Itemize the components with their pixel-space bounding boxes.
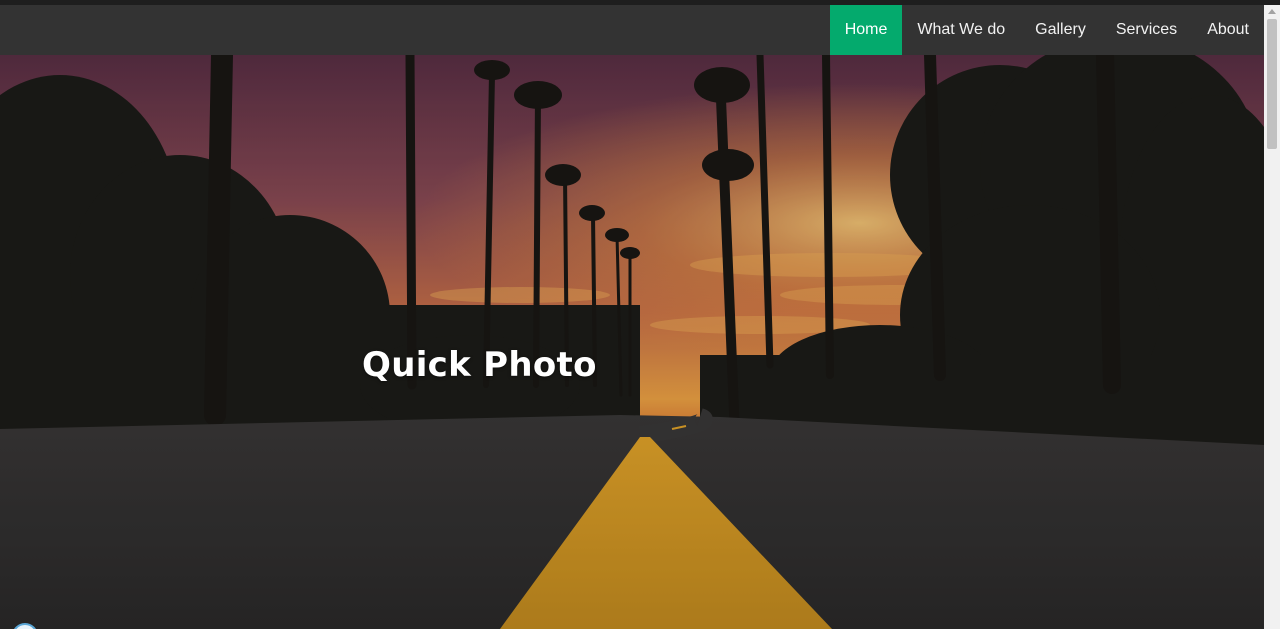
nav-gallery-link[interactable]: Gallery xyxy=(1020,5,1101,55)
nav-menu: Home What We do Gallery Services About xyxy=(829,5,1264,55)
nav-home-link[interactable]: Home xyxy=(829,5,903,55)
page-scrollbar[interactable] xyxy=(1264,5,1280,629)
nav-about-link[interactable]: About xyxy=(1192,5,1264,55)
hero-background-image xyxy=(0,55,1264,629)
hero-section: Quick Photo xyxy=(0,55,1264,629)
nav-what-we-do-link[interactable]: What We do xyxy=(902,5,1020,55)
scroll-up-arrow-icon[interactable] xyxy=(1268,9,1276,14)
page: Home What We do Gallery Services About Q… xyxy=(0,0,1280,629)
hero-title: Quick Photo xyxy=(362,345,597,385)
top-navbar: Home What We do Gallery Services About xyxy=(0,5,1264,55)
scroll-thumb[interactable] xyxy=(1267,19,1277,149)
nav-services-link[interactable]: Services xyxy=(1101,5,1192,55)
